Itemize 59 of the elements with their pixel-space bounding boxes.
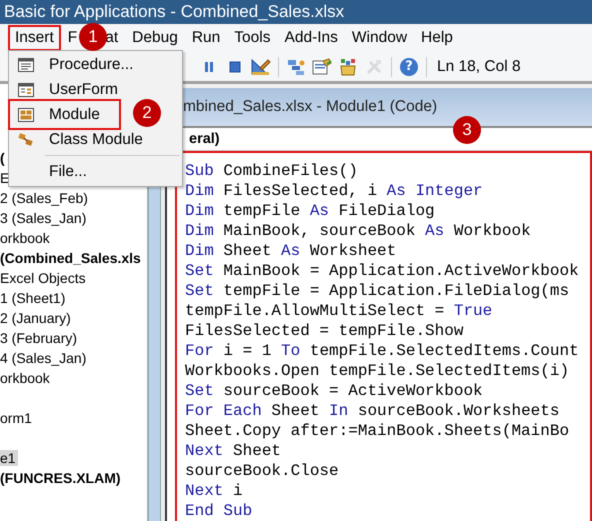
code-line: Workbooks.Open tempFile.SelectedItems(i) (185, 361, 570, 381)
menu-item[interactable]: Help (414, 25, 460, 51)
object-dropdown[interactable]: eral) (189, 131, 220, 147)
help-icon: ? (400, 58, 418, 76)
pause-icon (203, 60, 215, 74)
code-window-title: mbined_Sales.xlsx - Module1 (Code) (183, 98, 438, 116)
tree-item[interactable]: 2 (January) (0, 310, 73, 326)
tree-item[interactable]: 2 (Sales_Feb) (0, 190, 90, 206)
menu-item[interactable]: File... (9, 159, 182, 184)
code-line: Sub CombineFiles() (185, 161, 359, 181)
code-line: For Each Sheet In sourceBook.Worksheets (185, 401, 560, 421)
procedure-icon (18, 58, 34, 72)
tree-item[interactable]: 4 (Sales_Jan) (0, 350, 88, 366)
tree-item[interactable]: (FUNCRES.XLAM) (0, 470, 123, 486)
code-line: Dim tempFile As FileDialog (185, 201, 436, 221)
code-line: tempFile.AllowMultiSelect = True (185, 301, 494, 321)
tree-item[interactable]: orkbook (0, 370, 52, 386)
help-button[interactable]: ? (396, 54, 422, 78)
cursor-position: Ln 18, Col 8 (437, 58, 521, 76)
tools-icon (365, 58, 383, 76)
code-line: Set sourceBook = ActiveWorkbook (185, 381, 484, 401)
tree-item[interactable]: (Combined_Sales.xls (0, 250, 143, 266)
tree-item[interactable]: 1 (Sheet1) (0, 290, 68, 306)
tree-item[interactable]: ( (0, 150, 7, 166)
project-explorer-icon (286, 58, 306, 76)
ruler-pencil-icon (251, 58, 271, 76)
form-icon (18, 82, 34, 96)
tree-item[interactable]: orkbook (0, 230, 52, 246)
tree-item[interactable]: orm1 (0, 410, 34, 426)
tree-item[interactable]: E (0, 170, 12, 186)
code-line: For i = 1 To tempFile.SelectedItems.Count (185, 341, 580, 361)
code-line: Next i (185, 481, 244, 501)
code-line: Dim FilesSelected, i As Integer (185, 181, 484, 201)
menu-item[interactable]: Class Module (9, 127, 182, 152)
tree-item[interactable]: Excel Objects (0, 270, 88, 286)
menu-item[interactable]: Tools (227, 25, 278, 51)
menu-item[interactable]: Debug (125, 25, 185, 51)
properties-icon (312, 58, 332, 76)
code-line: Sheet.Copy after:=MainBook.Sheets(MainBo (185, 421, 570, 441)
code-line: Dim MainBook, sourceBook As Workbook (185, 221, 532, 241)
code-line: Set MainBook = Application.ActiveWorkbook (185, 261, 580, 281)
menu-item[interactable]: Window (344, 25, 414, 51)
menu-item[interactable]: Add-Ins (277, 25, 345, 51)
code-line: Set tempFile = Application.FileDialog(ms (185, 281, 570, 301)
code-line: End Sub (185, 501, 254, 521)
code-line: sourceBook.Close (185, 461, 340, 481)
menu-item[interactable]: Run (184, 25, 228, 51)
menu-item[interactable]: Procedure... (9, 52, 182, 77)
code-line: Next Sheet (185, 441, 282, 461)
window-title: Basic for Applications - Combined_Sales.xlsx (4, 2, 344, 22)
tree-item[interactable]: 3 (Sales_Jan) (0, 210, 88, 226)
class-module-icon (18, 132, 34, 146)
object-browser-icon (338, 58, 358, 76)
module-icon (18, 108, 34, 122)
tree-item[interactable]: 3 (February) (0, 330, 80, 346)
code-line: Dim Sheet As Worksheet (185, 241, 398, 261)
tree-item[interactable]: e1 (0, 450, 18, 466)
code-line: FilesSelected = tempFile.Show (185, 321, 464, 341)
stop-icon (229, 60, 241, 72)
